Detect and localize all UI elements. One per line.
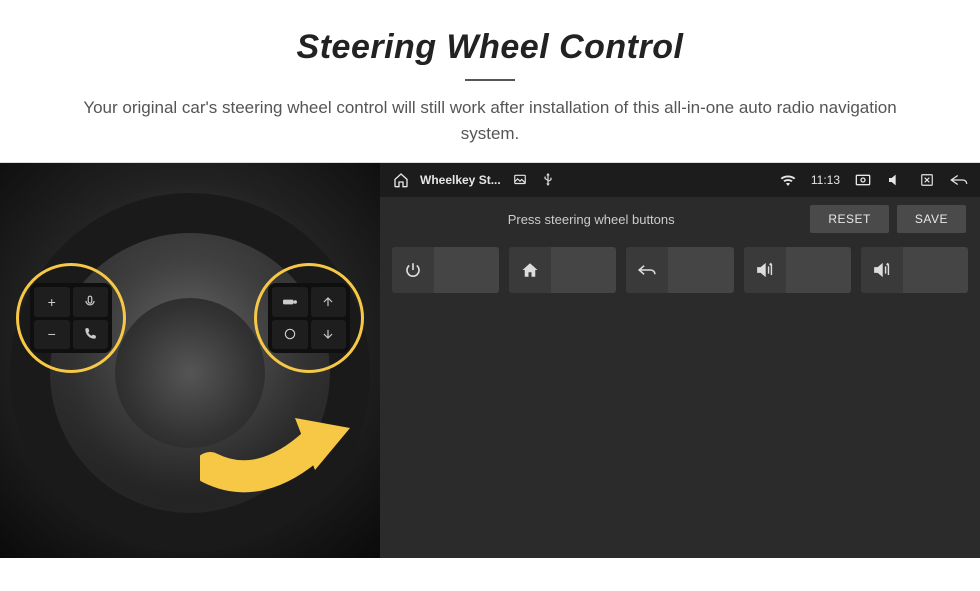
map-slot-home[interactable] [509,247,616,293]
status-left: Wheelkey St... [392,171,557,189]
map-slot-volup-2[interactable] [861,247,968,293]
status-app-title: Wheelkey St... [420,173,501,187]
page-title: Steering Wheel Control [20,28,960,67]
steering-wheel-photo: + − [0,163,380,558]
wifi-icon [779,171,797,189]
map-slot-empty [434,247,499,293]
status-right: 11:13 [779,171,968,189]
volume-up-icon [861,247,903,293]
power-icon [392,247,434,293]
volume-up-icon [744,247,786,293]
map-slot-empty [786,247,851,293]
save-button[interactable]: SAVE [897,205,966,233]
usb-icon [539,171,557,189]
header: Steering Wheel Control Your original car… [0,0,980,162]
map-slot-empty [668,247,733,293]
map-slot-volup-1[interactable] [744,247,851,293]
undo-icon [626,247,668,293]
home-icon[interactable] [392,171,410,189]
wheel-hub [115,298,265,448]
reset-button[interactable]: RESET [810,205,889,233]
panel-filler [380,299,980,558]
close-icon[interactable] [918,171,936,189]
picture-icon [511,171,529,189]
screenshot-icon[interactable] [854,171,872,189]
back-icon[interactable] [950,171,968,189]
map-slot-empty [903,247,968,293]
map-slot-power[interactable] [392,247,499,293]
mapping-row [380,241,980,299]
page-subtitle: Your original car's steering wheel contr… [60,95,920,146]
home-icon [509,247,551,293]
head-unit-screen: Wheelkey St... 11:13 [380,163,980,558]
mute-icon[interactable] [886,171,904,189]
status-time: 11:13 [811,173,840,187]
map-slot-back[interactable] [626,247,733,293]
instruction-text: Press steering wheel buttons [380,212,802,227]
title-divider [465,79,515,81]
content-area: + − [0,162,980,558]
status-bar: Wheelkey St... 11:13 [380,163,980,197]
map-slot-empty [551,247,616,293]
highlight-circle-left [16,263,126,373]
highlight-circle-right [254,263,364,373]
instruction-row: Press steering wheel buttons RESET SAVE [380,197,980,241]
